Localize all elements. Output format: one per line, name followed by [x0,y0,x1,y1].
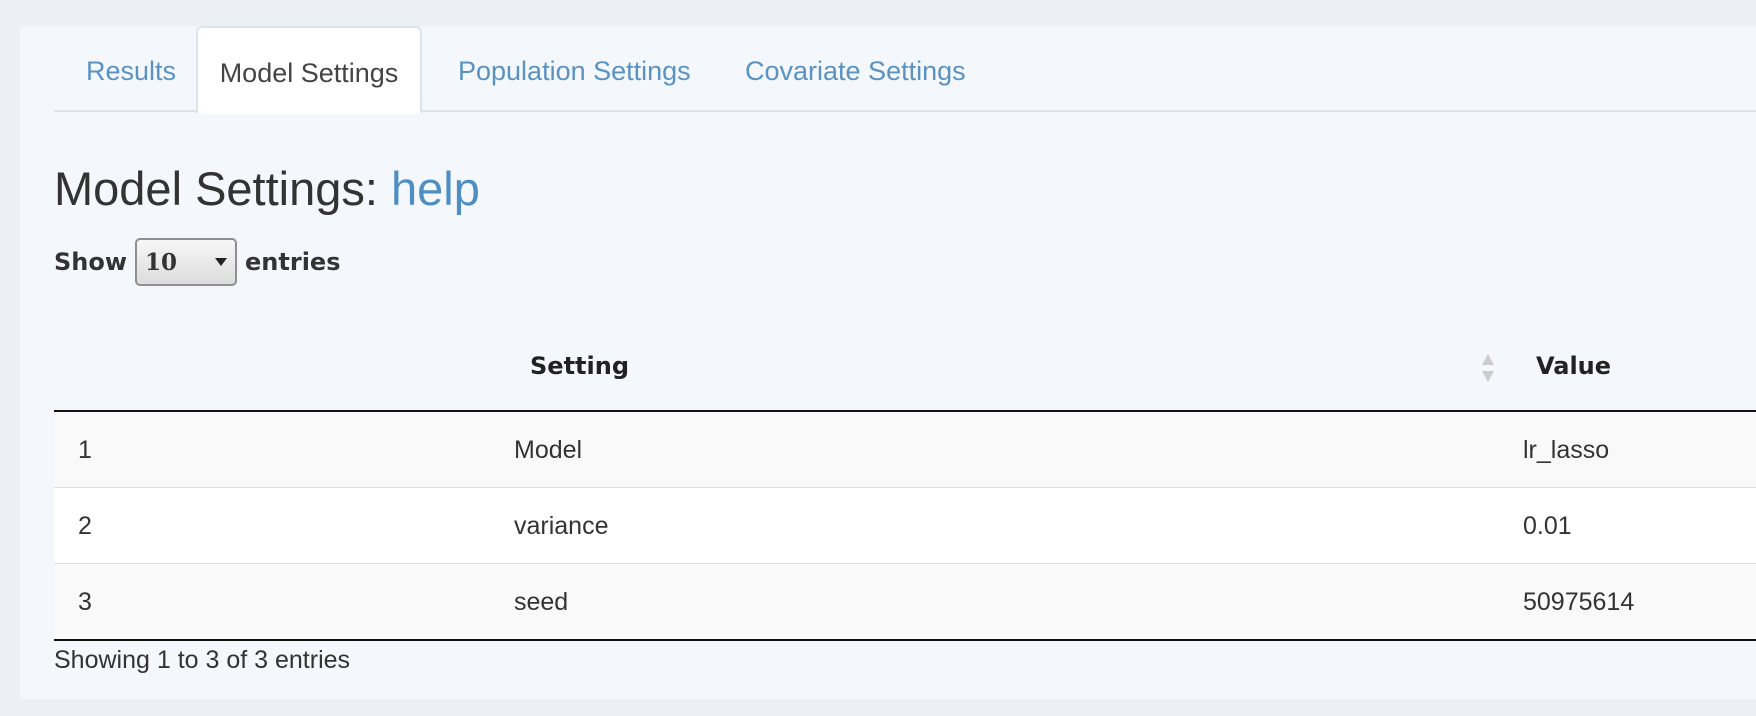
setting-cell: variance [514,512,609,540]
entries-label: entries [245,248,341,276]
table-row: 3 seed 50975614 [54,564,1756,641]
setting-cell: Model [514,436,583,464]
row-index-cell: 3 [78,588,92,616]
settings-table: Setting Value 1 Model lr_lasso 2 varianc… [54,322,1756,641]
settings-panel: Results Model Settings Population Settin… [20,26,1756,699]
value-cell: lr_lasso [1523,436,1610,464]
entries-per-page-value: 10 [145,248,178,276]
setting-cell: seed [514,588,569,616]
page-title: Model Settings: help [54,161,480,216]
entries-per-page-select[interactable]: 10 [135,238,238,286]
caret-down-icon [215,258,228,266]
table-header: Setting Value [54,322,1756,412]
tab-results[interactable]: Results [86,26,176,112]
page-title-text: Model Settings: [54,162,378,215]
table-info: Showing 1 to 3 of 3 entries [54,646,351,674]
entries-length-control: Show 10 entries [54,236,341,288]
table-row: 1 Model lr_lasso [54,412,1756,488]
sort-icon[interactable] [1480,352,1496,384]
tab-covariate-settings[interactable]: Covariate Settings [745,26,966,112]
row-index-cell: 1 [78,436,92,464]
column-header-setting[interactable]: Setting [530,352,629,380]
value-cell: 50975614 [1523,588,1635,616]
table-row: 2 variance 0.01 [54,488,1756,564]
value-cell: 0.01 [1523,512,1572,540]
row-index-cell: 2 [78,512,92,540]
column-header-value[interactable]: Value [1536,352,1611,380]
tab-bar: Results Model Settings Population Settin… [54,26,1756,114]
show-label: Show [54,248,128,276]
help-link[interactable]: help [391,162,480,215]
tab-population-settings[interactable]: Population Settings [458,26,691,112]
tab-model-settings[interactable]: Model Settings [196,26,422,114]
